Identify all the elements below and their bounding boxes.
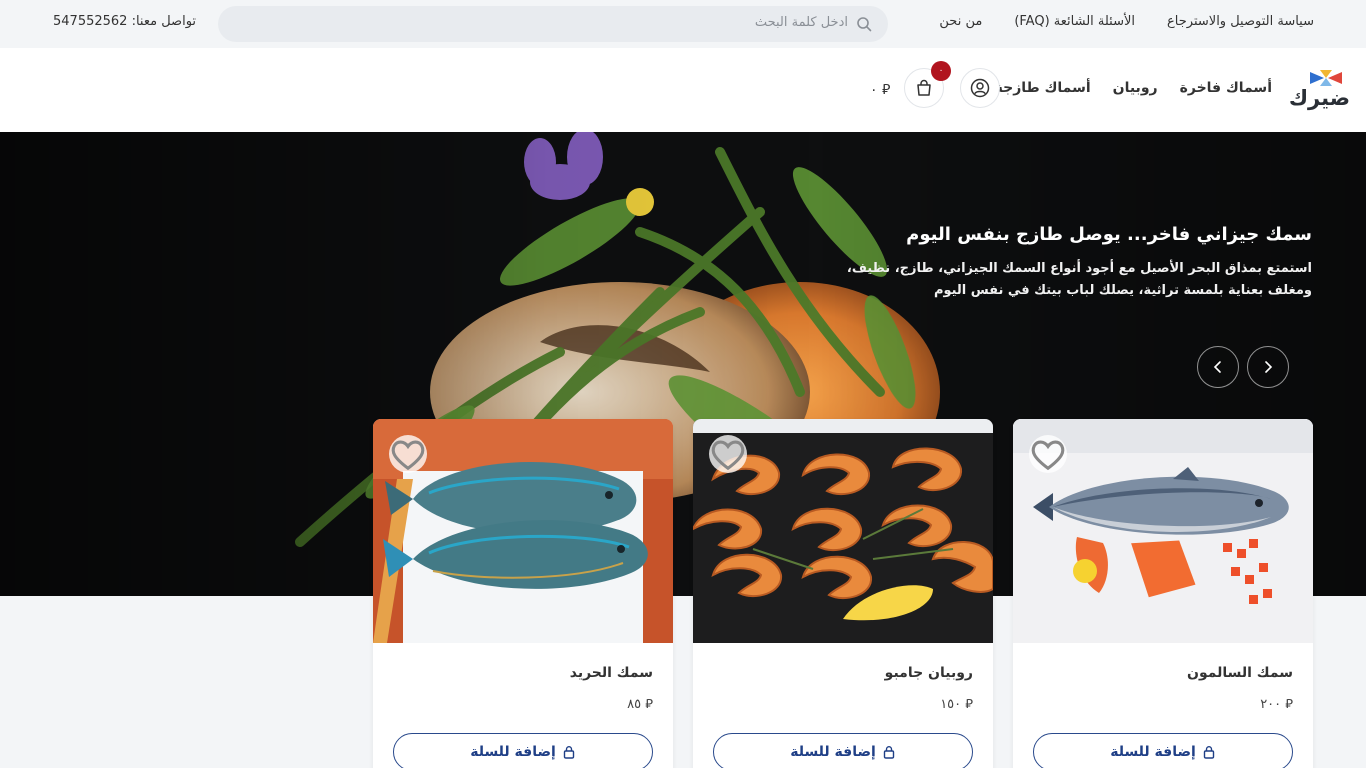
add-to-cart-button[interactable]: إضافة للسلة [393,733,653,768]
search-bar[interactable]: ادخل كلمة البحث [218,6,888,42]
main-nav: أسماك طازجة روبيان أسماك فاخرة [995,80,1272,96]
product-card-salmon[interactable]: سمك السالمون ⃁ ٢٠٠ إضافة للسلة [1013,419,1313,768]
nav-shrimp[interactable]: روبيان [1113,80,1158,96]
account-button[interactable] [960,68,1000,108]
add-to-cart-label: إضافة للسلة [470,744,556,760]
product-name[interactable]: روبيان جامبو [885,665,973,681]
search-input[interactable]: ادخل كلمة البحث [755,15,848,30]
nav-fresh-fish[interactable]: أسماك طازجة [995,80,1091,96]
link-delivery-policy[interactable]: سياسة التوصيل والاسترجاع [1167,14,1314,29]
fish-logo-icon [1310,70,1342,86]
logo[interactable]: ضيرك [1289,66,1358,114]
hero-title: سمك جيزاني فاخر... يوصل طازج بنفس اليوم [906,224,1312,245]
heart-icon [391,440,425,471]
contact-phone[interactable]: تواصل معنا: 547552562 [53,14,196,29]
product-card-parrotfish[interactable]: سمك الحريد ⃁ ٨٥ إضافة للسلة [373,419,673,768]
hero-next-button[interactable] [1247,346,1289,388]
add-to-cart-button[interactable]: إضافة للسلة [713,733,973,768]
product-price: ⃁ ٢٠٠ [1260,697,1293,712]
favorite-button-salmon[interactable] [1029,435,1067,473]
heart-icon [711,440,745,471]
product-name[interactable]: سمك السالمون [1187,665,1293,681]
chevron-right-icon [1265,361,1273,373]
chevron-left-icon [1213,361,1221,373]
product-image-salmon[interactable] [1013,419,1313,643]
product-card-shrimp[interactable]: روبيان جامبو ⃁ ١٥٠ إضافة للسلة [693,419,993,768]
lock-icon [563,746,574,759]
lock-icon [1203,746,1214,759]
logo-text: ضيرك [1288,86,1350,110]
top-links: من نحن الأسئلة الشائعة (FAQ) سياسة التوص… [939,14,1314,29]
link-about[interactable]: من نحن [939,14,982,29]
nav-premium-fish[interactable]: أسماك فاخرة [1180,80,1272,96]
add-to-cart-button[interactable]: إضافة للسلة [1033,733,1293,768]
cart-button[interactable]: ٠ [904,61,951,108]
product-price: ⃁ ١٥٠ [940,697,973,712]
search-icon [857,17,872,32]
favorite-button-shrimp[interactable] [709,435,747,473]
favorite-button-parrotfish[interactable] [389,435,427,473]
user-icon [970,78,990,98]
lock-icon [883,746,894,759]
cart-total: ⃁ ٠ [870,82,891,98]
add-to-cart-label: إضافة للسلة [790,744,876,760]
product-image-shrimp[interactable] [693,419,993,643]
product-name[interactable]: سمك الحريد [570,665,653,681]
cart-count-badge: ٠ [931,61,951,81]
cart-icon [917,79,931,96]
heart-icon [1031,440,1065,471]
hero-prev-button[interactable] [1197,346,1239,388]
add-to-cart-label: إضافة للسلة [1110,744,1196,760]
product-image-parrotfish[interactable] [373,419,673,643]
top-bar: تواصل معنا: 547552562 ادخل كلمة البحث من… [0,0,1366,48]
link-faq[interactable]: الأسئلة الشائعة (FAQ) [1014,14,1135,29]
hero-subtitle: استمتع بمذاق البحر الأصيل مع أجود أنواع … [846,261,1312,298]
product-price: ⃁ ٨٥ [627,697,653,712]
main-header: ضيرك أسماك طازجة روبيان أسماك فاخرة ٠ ⃁ … [0,48,1366,132]
